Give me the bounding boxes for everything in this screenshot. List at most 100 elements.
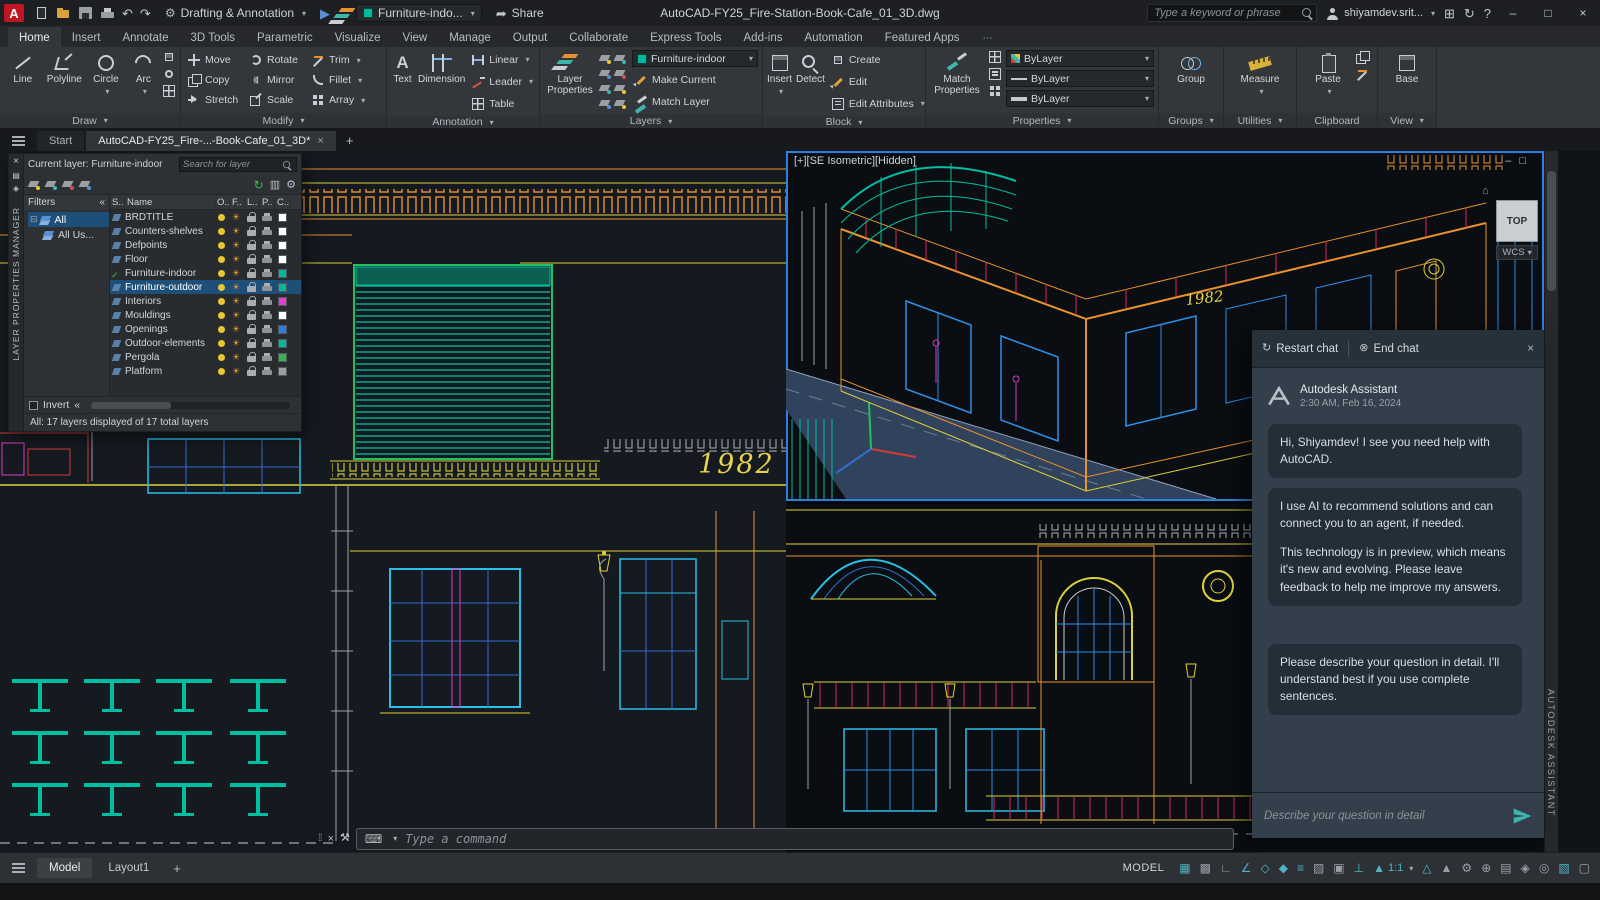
layer-freeze-icon[interactable]: ☀ xyxy=(232,366,245,376)
layer-freeze-icon[interactable]: ☀ xyxy=(232,338,245,348)
annotation-visibility-icon[interactable]: △ xyxy=(1422,862,1431,874)
layer-on-icon[interactable] xyxy=(218,283,225,291)
collapse-filters-icon[interactable]: « xyxy=(99,197,105,208)
quick-layer-combo[interactable]: Furniture-indo... ▾ xyxy=(356,4,482,22)
leader-button[interactable]: Leader ▾ xyxy=(469,72,535,91)
linetype-combo[interactable]: ByLayer ▾ xyxy=(1006,70,1154,87)
make-current-button[interactable]: Make Current xyxy=(632,70,758,89)
layer-freeze-icon[interactable]: ☀ xyxy=(232,282,245,292)
properties-list-icon[interactable] xyxy=(988,50,1002,64)
layer-lock-icon[interactable] xyxy=(247,309,257,321)
layer-row-brdtitle[interactable]: BRDTITLE ☀ xyxy=(110,210,301,224)
autocad-logo-icon[interactable]: A xyxy=(4,4,24,22)
layers-panel-label[interactable]: Layers ▾ xyxy=(540,114,762,128)
new-frozen-layer-icon[interactable] xyxy=(46,179,57,190)
layer-row-floor[interactable]: Floor ☀ xyxy=(110,252,301,266)
end-chat-button[interactable]: ⊗ End chat xyxy=(1359,343,1419,355)
layer-plot-icon[interactable] xyxy=(262,296,273,306)
layer-freeze-icon[interactable]: ☀ xyxy=(232,324,245,334)
detect-button[interactable]: Detect xyxy=(796,50,825,86)
groups-panel-label[interactable]: Groups ▾ xyxy=(1159,113,1223,128)
grid-icon[interactable]: ▦ xyxy=(1179,862,1190,874)
layer-row-openings[interactable]: Openings ☀ xyxy=(110,322,301,336)
customize-wrench-icon[interactable]: ⚒ xyxy=(340,833,350,844)
layer-on-icon[interactable] xyxy=(218,241,225,249)
layer-color-swatch[interactable] xyxy=(278,268,287,278)
new-tab-button[interactable]: + xyxy=(338,130,362,151)
layer-column-header[interactable]: C.. xyxy=(275,196,291,208)
layer-on-icon[interactable] xyxy=(218,269,225,277)
layer-on-icon[interactable] xyxy=(218,325,225,333)
assistant-input[interactable] xyxy=(1264,809,1504,822)
edit-attributes-button[interactable]: Edit Attributes ▾ xyxy=(829,94,927,113)
layer-off-icon[interactable] xyxy=(600,53,611,64)
graphics-performance-icon[interactable]: ▧ xyxy=(1558,862,1569,874)
block-panel-label[interactable]: Block ▾ xyxy=(763,116,925,128)
layer-row-furniture-indoor[interactable]: ✓ Furniture-indoor ☀ xyxy=(110,266,301,280)
fillet-button[interactable]: Fillet ▾ xyxy=(309,71,379,90)
layer-row-interiors[interactable]: Interiors ☀ xyxy=(110,294,301,308)
layer-freeze-icon[interactable]: ☀ xyxy=(232,240,245,250)
undo-icon[interactable]: ↶ xyxy=(122,7,133,20)
mirror-button[interactable]: Mirror xyxy=(247,71,309,90)
command-input-bar[interactable]: ⌨ ▾ xyxy=(355,827,1234,850)
layer-stack-icon[interactable] xyxy=(336,6,350,20)
command-grip-icon[interactable]: ⁞⁞ xyxy=(318,833,322,844)
app-store-icon[interactable]: ⊞ xyxy=(1444,7,1455,20)
ribbon-tab-automation[interactable]: Automation xyxy=(794,29,874,47)
ribbon-tab-insert[interactable]: Insert xyxy=(61,29,112,47)
paste-button[interactable]: Paste ▾ xyxy=(1305,50,1351,97)
layer-freeze-icon[interactable] xyxy=(600,68,611,79)
layer-plot-icon[interactable] xyxy=(262,254,273,264)
layer-freeze-icon[interactable]: ☀ xyxy=(232,212,245,222)
view-panel-label[interactable]: View ▾ xyxy=(1378,113,1436,128)
layer-plot-icon[interactable] xyxy=(262,226,273,236)
isodraft-icon[interactable]: ◇ xyxy=(1260,862,1269,874)
copy-button[interactable]: Copy xyxy=(185,71,247,90)
layer-lock-icon[interactable] xyxy=(247,323,257,335)
properties-detail-icon[interactable] xyxy=(988,67,1002,81)
ribbon-options-icon[interactable]: ⋯ xyxy=(977,30,999,47)
layer-unisolate-icon[interactable] xyxy=(600,83,611,94)
layer-lock-icon[interactable] xyxy=(247,239,257,251)
layer-color-swatch[interactable] xyxy=(278,352,287,362)
layer-search-input[interactable] xyxy=(183,159,281,170)
array-button[interactable]: Array ▾ xyxy=(309,91,379,110)
layer-lock-icon[interactable] xyxy=(247,365,257,377)
layer-plot-icon[interactable] xyxy=(262,338,273,348)
save-icon[interactable] xyxy=(78,6,93,20)
layer-column-header[interactable]: S.. xyxy=(110,196,125,208)
workspace-switcher[interactable]: ⚙ Drafting & Annotation ▾ xyxy=(157,4,314,22)
layout-menu-icon[interactable] xyxy=(12,867,25,869)
ribbon-tab-3d-tools[interactable]: 3D Tools xyxy=(180,29,247,47)
properties-panel-label[interactable]: Properties ▾ xyxy=(926,113,1158,128)
annotation-panel-label[interactable]: Annotation ▾ xyxy=(387,116,539,128)
modify-panel-label[interactable]: Modify ▾ xyxy=(181,113,386,128)
set-current-layer-icon[interactable] xyxy=(80,179,91,190)
settings-gear-icon[interactable]: ⚙ xyxy=(286,178,296,191)
ellipse-tool-icon[interactable] xyxy=(162,67,176,81)
layer-on-icon[interactable] xyxy=(218,213,225,221)
viewport-controls-label[interactable]: [+][SE Isometric][Hidden] xyxy=(794,155,916,167)
measure-button[interactable]: Measure ▾ xyxy=(1237,50,1283,97)
layer-lock-icon[interactable] xyxy=(247,281,257,293)
layer-row-mouldings[interactable]: Mouldings ☀ xyxy=(110,308,301,322)
move-button[interactable]: Move xyxy=(185,51,247,70)
ribbon-tab-annotate[interactable]: Annotate xyxy=(111,29,179,47)
ribbon-tab-view[interactable]: View xyxy=(391,29,438,47)
file-tabs-menu-icon[interactable] xyxy=(12,140,25,142)
command-input[interactable] xyxy=(405,831,1225,846)
snap-mode-icon[interactable]: ▩ xyxy=(1200,862,1211,874)
new-layout-button[interactable]: + xyxy=(165,858,189,879)
layer-search[interactable] xyxy=(179,157,297,172)
layer-column-header[interactable]: L.. xyxy=(245,196,260,208)
layer-row-outdoor-elements[interactable]: Outdoor-elements ☀ xyxy=(110,336,301,350)
tab-start[interactable]: Start xyxy=(37,131,85,151)
layer-plot-icon[interactable] xyxy=(262,282,273,292)
layer-row-furniture-outdoor[interactable]: Furniture-outdoor ☀ xyxy=(110,280,301,294)
sync-icon[interactable]: ↻ xyxy=(1464,7,1475,20)
minimize-button[interactable]: – xyxy=(1500,6,1526,20)
help-search[interactable] xyxy=(1147,4,1318,22)
linear-button[interactable]: Linear ▾ xyxy=(469,50,535,69)
layout1-tab[interactable]: Layout1 xyxy=(96,858,161,878)
